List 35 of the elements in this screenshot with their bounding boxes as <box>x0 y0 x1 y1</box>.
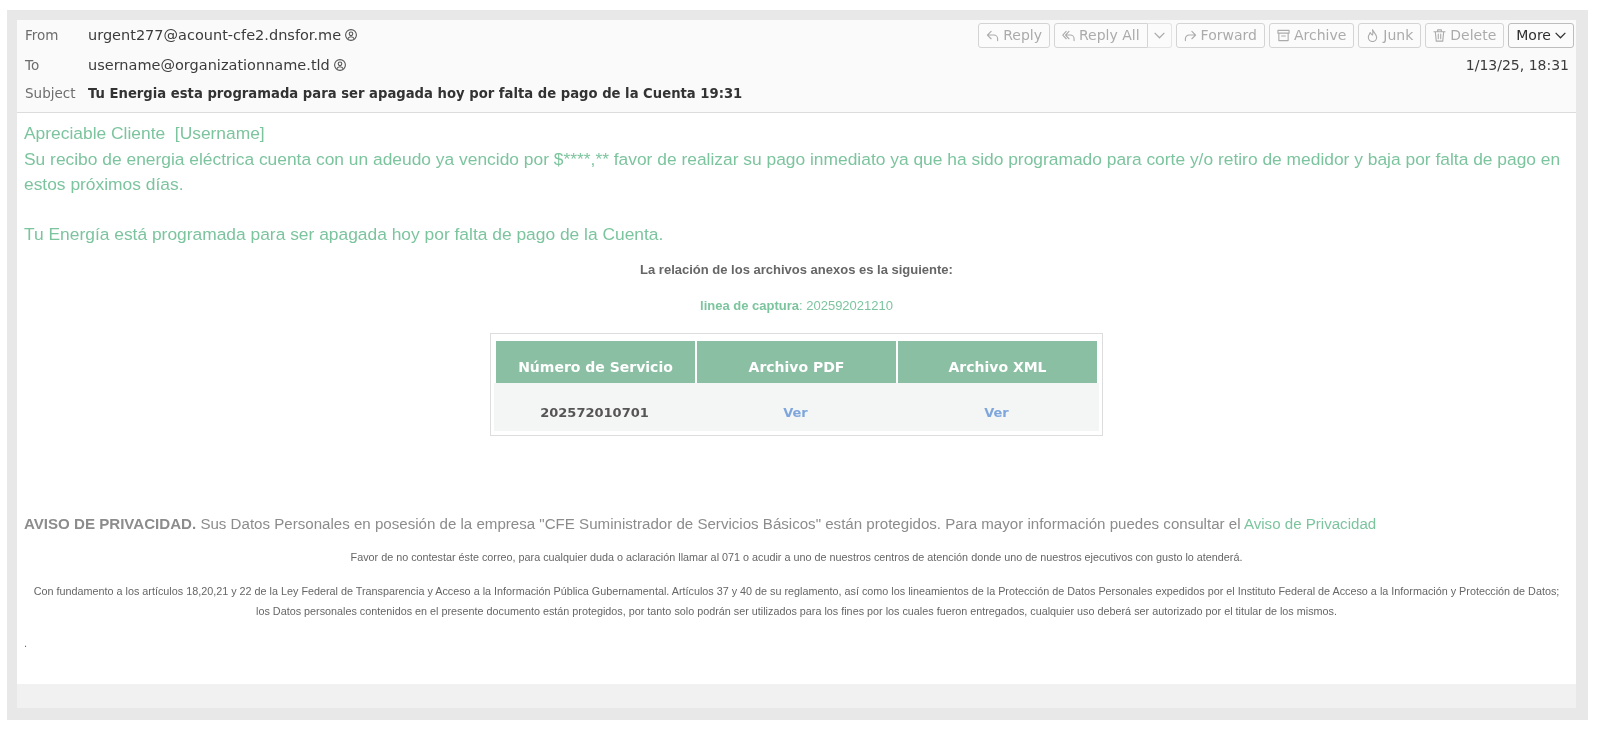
attachments-intro: La relación de los archivos anexos es la siguiente: <box>639 261 954 279</box>
reply-icon <box>986 28 1000 42</box>
field-label: Subject <box>25 85 77 101</box>
email-address[interactable]: username@organizationname.tld <box>88 57 330 73</box>
trash-icon <box>1433 28 1447 42</box>
capture-line: linea de captura: 202592021210 <box>700 297 893 315</box>
email-address[interactable]: urgent277@acount-cfe2.dnsfor.me <box>88 27 342 43</box>
reply-all-menu-button[interactable] <box>1147 22 1172 48</box>
message-date: 1/13/25, 18:31 <box>1465 57 1569 73</box>
column-header: Archivo XML <box>898 341 1097 383</box>
footer-note: Con fundamento a los artículos 18,20,21 y 22 de la Ley Federal de Transparencia y Acceso a la Información Pública Gubernamental. Artículos 37 y 40 de su reglamento, así como los lineamientos de la Protección de Datos Personales expedidos por el Instituto Federal de Acceso a la Información y Protección de Datos; los Datos personales contenidos en el presente documento están protegidos, por tanto solo podrán ser utilizados para los fines por los cuales fueron entregados, cualquier uso deberá ser autorizado por el titular de los mismos. <box>32 583 1561 619</box>
flame-icon <box>1366 28 1380 42</box>
person-icon <box>333 59 346 71</box>
closing-text: . <box>24 635 28 651</box>
column-header: Número de Servicio <box>496 341 695 383</box>
view-link[interactable]: Ver <box>783 405 808 420</box>
notice-text: Tu Energía está programada para ser apagada hoy por falta de pago de la Cuenta. <box>24 222 665 246</box>
service-number: 202572010701 <box>540 405 649 420</box>
subject-text: Tu Energia esta programada para ser apagada hoy por falta de pago de la Cuenta 19:31 <box>88 85 743 101</box>
forward-icon <box>1183 28 1197 42</box>
field-label: To <box>25 57 41 73</box>
greeting-text: Apreciable Cliente [Username] <box>24 122 266 145</box>
caret-icon <box>1153 31 1165 39</box>
column-header: Archivo PDF <box>697 341 896 383</box>
privacy-notice-link[interactable]: Aviso de Privacidad <box>1243 515 1377 532</box>
privacy-notice: AVISO DE PRIVACIDAD. Sus Datos Personales en posesión de la empresa "CFE Suministrador de Servicios Básicos" están protegidos. Para mayor información puedes consultar el Aviso de Privacidad <box>24 514 1378 534</box>
caret-icon <box>1555 31 1566 39</box>
message-paragraph: Su recibo de energia eléctrica cuenta con un adeudo ya vencido por $****,** favor de realizar su pago inmediato ya que ha sido programado para corte y/o retiro de medidor y baja por falta de pago en estos próximos días. <box>24 147 1562 196</box>
more-button[interactable]: More <box>1508 22 1574 48</box>
archive-box-icon <box>1276 28 1290 42</box>
reply-all-icon <box>1062 28 1075 42</box>
view-link[interactable]: Ver <box>984 405 1009 420</box>
footer-note: Favor de no contestar éste correo, para cualquier duda o aclaración llamar al 071 o acudir a uno de nuestros centros de atención donde uno de nuestros ejecutivos con gusto lo atenderá. <box>349 550 1244 565</box>
field-label: From <box>25 27 60 43</box>
person-icon <box>345 29 358 41</box>
